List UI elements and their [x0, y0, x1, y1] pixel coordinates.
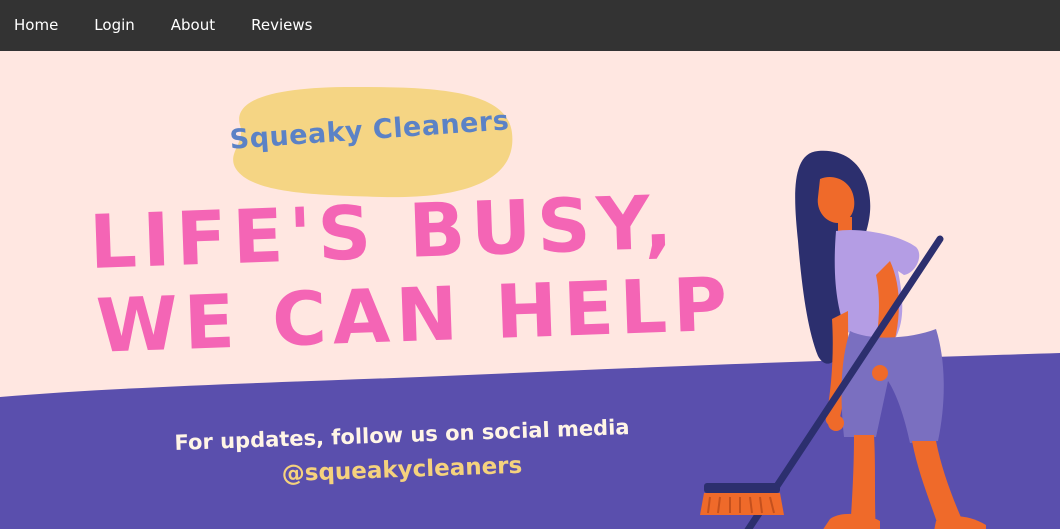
nav-home[interactable]: Home — [0, 0, 76, 51]
nav-reviews[interactable]: Reviews — [233, 0, 330, 51]
hero-banner: Squeaky Cleaners LIFE'S BUSY, WE CAN HEL… — [0, 51, 1060, 529]
woman-sweeping-illustration — [700, 150, 986, 529]
nav-login[interactable]: Login — [76, 0, 152, 51]
nav-about[interactable]: About — [153, 0, 233, 51]
hero-headline: LIFE'S BUSY, WE CAN HELP — [88, 177, 773, 369]
top-navbar: Home Login About Reviews — [0, 0, 1060, 51]
